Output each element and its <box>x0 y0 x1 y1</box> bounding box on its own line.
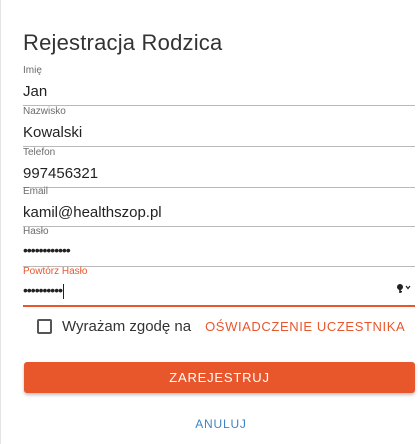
registration-dialog: Rejestracja Rodzica Imię Jan Nazwisko Ko… <box>0 0 420 444</box>
cancel-button[interactable]: ANULUJ <box>173 413 269 435</box>
email-field[interactable]: Email kamil@healthszop.pl <box>23 186 415 227</box>
last-name-label: Nazwisko <box>23 106 66 117</box>
first-name-label: Imię <box>23 65 42 76</box>
password-label: Hasło <box>23 226 49 237</box>
register-button[interactable]: ZAREJESTRUJ <box>24 362 415 393</box>
repeat-password-label: Powtórz Hasło <box>23 266 88 277</box>
first-name-input[interactable]: Jan <box>23 83 47 100</box>
consent-text: Wyrażam zgodę na <box>62 318 192 335</box>
phone-field[interactable]: Telefon 997456321 <box>23 147 415 188</box>
consent-terms-link[interactable]: OŚWIADCZENIE UCZESTNIKA <box>205 319 405 334</box>
key-icon-svg <box>397 284 411 293</box>
dialog-title: Rejestracja Rodzica <box>23 30 223 55</box>
last-name-input[interactable]: Kowalski <box>23 124 82 141</box>
password-input[interactable]: •••••••••••• <box>23 242 71 258</box>
text-caret <box>63 283 65 299</box>
email-label: Email <box>23 186 49 197</box>
repeat-password-input[interactable]: •••••••••• <box>23 282 65 299</box>
last-name-field[interactable]: Nazwisko Kowalski <box>23 106 415 147</box>
repeat-password-value: •••••••••• <box>23 282 63 298</box>
repeat-password-field[interactable]: Powtórz Hasło •••••••••• <box>23 266 415 307</box>
consent-checkbox[interactable] <box>37 319 52 334</box>
password-field[interactable]: Hasło •••••••••••• <box>23 226 415 267</box>
phone-label: Telefon <box>23 147 56 158</box>
phone-input[interactable]: 997456321 <box>23 165 98 182</box>
first-name-field[interactable]: Imię Jan <box>23 65 415 106</box>
key-icon[interactable] <box>395 281 413 295</box>
email-input[interactable]: kamil@healthszop.pl <box>23 204 162 221</box>
consent-row: Wyrażam zgodę na OŚWIADCZENIE UCZESTNIKA <box>37 318 405 335</box>
